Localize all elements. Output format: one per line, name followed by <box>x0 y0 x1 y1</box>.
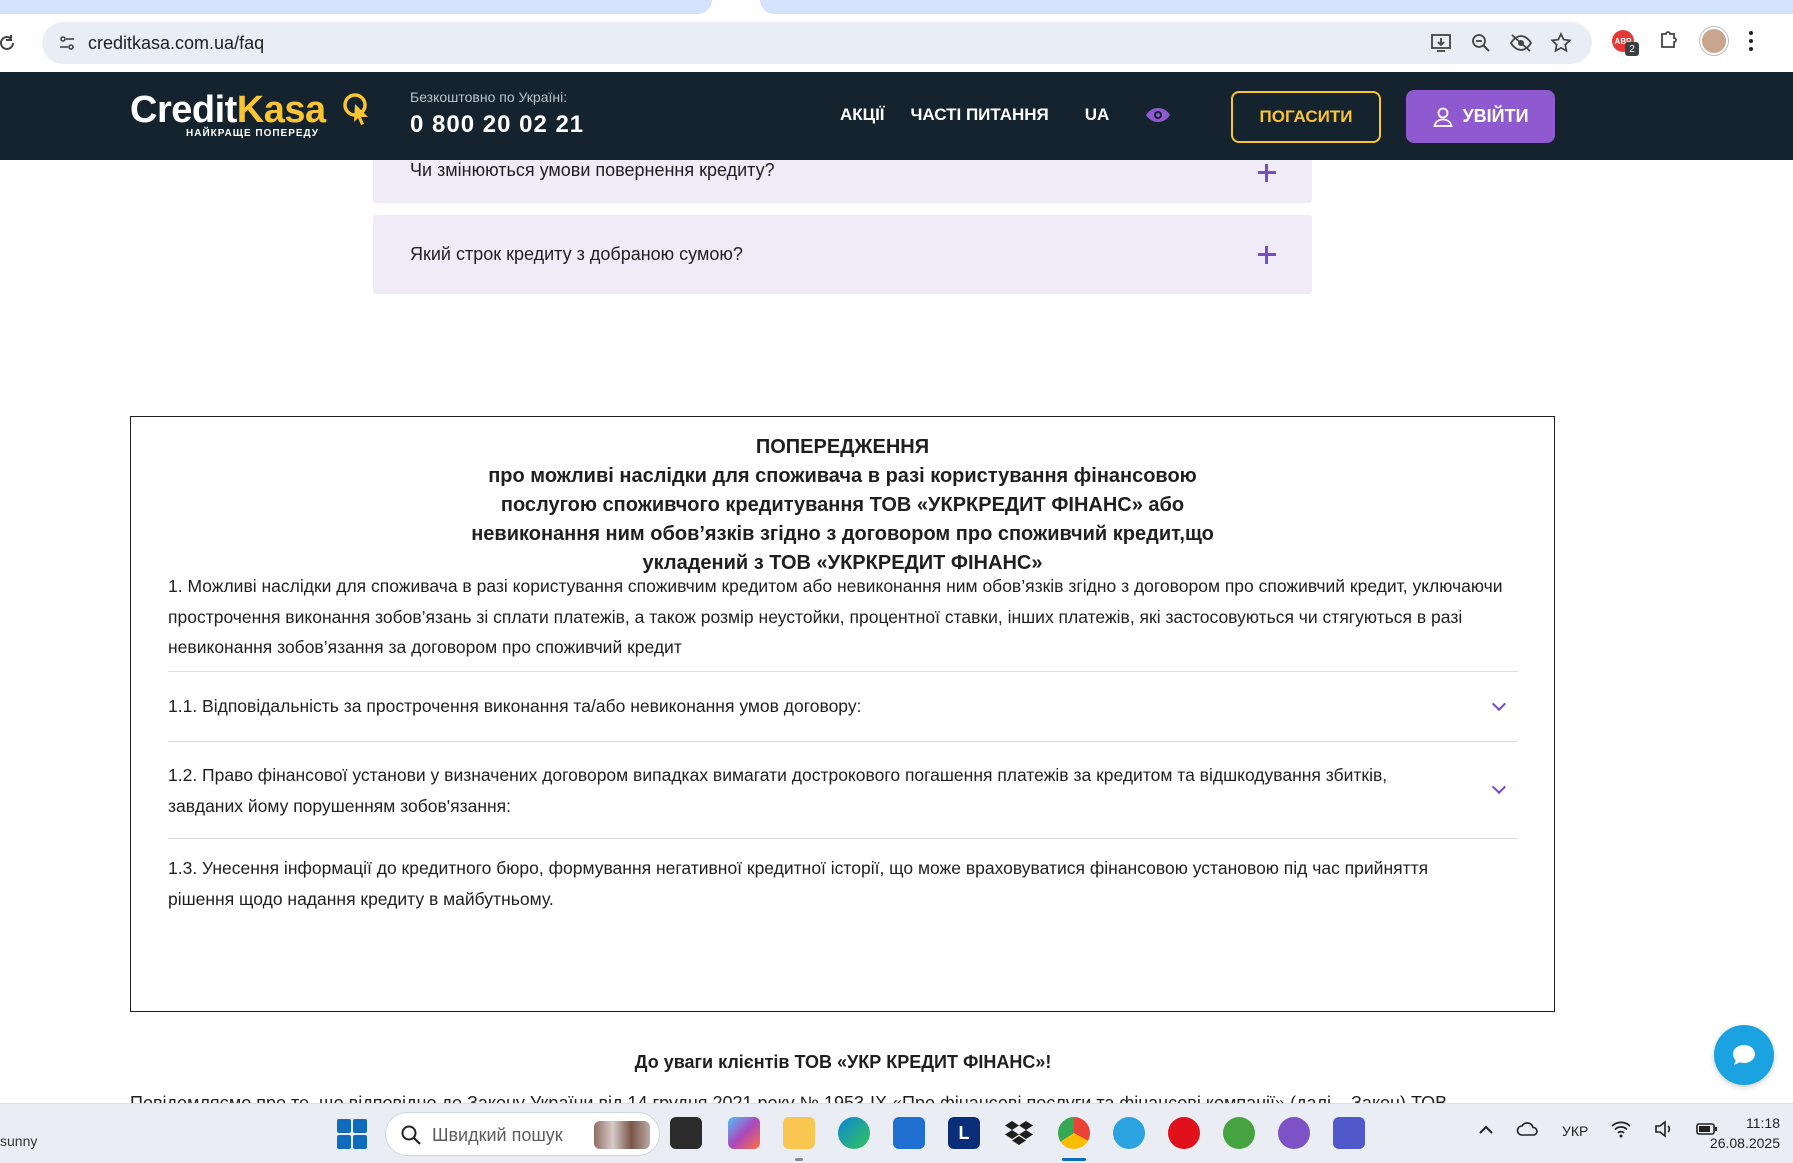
telegram-icon[interactable] <box>1113 1117 1145 1149</box>
utorrent-icon[interactable] <box>1223 1117 1255 1149</box>
running-indicator <box>795 1158 803 1161</box>
weather-widget[interactable]: sunny <box>0 1133 37 1149</box>
address-bar[interactable]: creditkasa.com.ua/faq <box>42 22 1592 64</box>
creditkasa-logo[interactable]: CreditKasa НАЙКРАЩЕ ПОПЕРЕДУ <box>130 90 326 139</box>
search-icon <box>401 1125 421 1145</box>
accordion-row[interactable]: 1.1. Відповідальність за прострочення ви… <box>168 691 1518 722</box>
extensions-puzzle-icon[interactable] <box>1658 27 1682 56</box>
hotline: Безкоштовно по Україні: 0 800 20 02 21 <box>410 89 585 139</box>
app-l-icon[interactable]: L <box>948 1117 980 1149</box>
extensions-area: ABP 2 <box>1610 26 1756 56</box>
windows-start-icon[interactable] <box>337 1119 367 1149</box>
accordion-row[interactable]: 1.2. Право фінансової установи у визначе… <box>168 760 1518 821</box>
url-text[interactable]: creditkasa.com.ua/faq <box>88 33 264 54</box>
volume-icon[interactable] <box>1654 1120 1674 1141</box>
zoom-icon[interactable] <box>1468 30 1494 56</box>
user-icon <box>1433 107 1454 127</box>
search-highlight-image <box>594 1121 650 1149</box>
chat-bubble-icon <box>1733 1045 1755 1065</box>
edge-icon[interactable] <box>838 1117 870 1149</box>
notice-title: До уваги клієнтів ТОВ «УКР КРЕДИТ ФІНАНС… <box>634 1052 1052 1072</box>
reload-icon[interactable] <box>0 30 20 56</box>
divider <box>168 838 1518 839</box>
adblock-extension-icon[interactable]: ABP 2 <box>1610 26 1640 56</box>
warning-box: ПОПЕРЕДЖЕННЯ про можливі наслідки для сп… <box>130 416 1555 1012</box>
language-switch[interactable]: UA <box>1085 105 1110 125</box>
onedrive-icon[interactable] <box>1516 1121 1540 1140</box>
tracking-protection-icon[interactable] <box>1508 30 1534 56</box>
install-app-icon[interactable] <box>1428 30 1454 56</box>
task-view-icon[interactable] <box>670 1117 702 1149</box>
wifi-icon[interactable] <box>1610 1120 1632 1141</box>
main-nav: АКЦІЇ ЧАСТІ ПИТАННЯ UA <box>840 104 1171 126</box>
bookmark-star-icon[interactable] <box>1548 30 1574 56</box>
chevron-down-icon[interactable] <box>1492 699 1506 713</box>
clock[interactable]: 11:18 26.08.2025 <box>1700 1113 1780 1153</box>
nav-faq[interactable]: ЧАСТІ ПИТАННЯ <box>910 105 1048 125</box>
omnibox-actions <box>1428 30 1574 56</box>
store-icon[interactable] <box>893 1117 925 1149</box>
taskbar-search[interactable]: Швидкий пошук <box>385 1112 660 1156</box>
repay-button[interactable]: ПОГАСИТИ <box>1231 91 1381 143</box>
browser-toolbar: creditkasa.com.ua/faq ABP 2 <box>0 14 1793 72</box>
expand-plus-icon[interactable] <box>1258 164 1276 182</box>
chrome-icon[interactable] <box>1058 1117 1090 1149</box>
file-explorer-icon[interactable] <box>783 1117 815 1149</box>
profile-avatar[interactable] <box>1700 27 1728 55</box>
login-button[interactable]: УВІЙТИ <box>1406 90 1555 143</box>
expand-plus-icon[interactable] <box>1258 246 1276 264</box>
faq-item[interactable]: Який строк кредиту з добраною сумою? <box>373 215 1312 294</box>
page-content: Чи змінюються умови повернення кредиту? … <box>0 160 1793 1103</box>
warning-intro: 1. Можливі наслідки для споживача в разі… <box>168 576 1503 657</box>
windows-taskbar: sunny Швидкий пошук L УКР 11:18 26.08.20… <box>0 1103 1793 1163</box>
copilot-icon[interactable] <box>728 1117 760 1149</box>
nav-promotions[interactable]: АКЦІЇ <box>840 105 884 125</box>
divider <box>168 671 1518 672</box>
accordion-row[interactable]: 1.3. Унесення інформації до кредитного б… <box>168 853 1518 914</box>
browser-tab-strip <box>0 0 1793 14</box>
faq-item[interactable]: Чи змінюються умови повернення кредиту? <box>373 160 1312 203</box>
chevron-down-icon[interactable] <box>1492 782 1506 796</box>
viber-icon[interactable] <box>1278 1117 1310 1149</box>
accessibility-eye-icon[interactable] <box>1145 104 1171 126</box>
notice-text: Повідомляємо про те, що відповідно до За… <box>130 1093 1448 1103</box>
running-indicator <box>1062 1158 1086 1161</box>
browser-tab-right[interactable] <box>760 0 1793 14</box>
system-tray: УКР <box>1478 1120 1718 1141</box>
teams-icon[interactable] <box>1333 1117 1365 1149</box>
site-header: CreditKasa НАЙКРАЩЕ ПОПЕРЕДУ Безкоштовно… <box>0 72 1793 160</box>
browser-menu-icon[interactable] <box>1746 28 1756 54</box>
hotline-phone[interactable]: 0 800 20 02 21 <box>410 111 584 139</box>
logo-pointer-icon <box>343 93 368 125</box>
chevron-up-icon[interactable] <box>1478 1123 1494 1139</box>
opera-icon[interactable] <box>1168 1117 1200 1149</box>
warning-title: ПОПЕРЕДЖЕННЯ про можливі наслідки для сп… <box>471 436 1214 574</box>
dropbox-icon[interactable] <box>1003 1117 1035 1149</box>
language-indicator[interactable]: УКР <box>1562 1123 1588 1139</box>
chat-button[interactable] <box>1714 1025 1774 1085</box>
divider <box>168 741 1518 742</box>
browser-tab-left[interactable] <box>0 0 712 14</box>
site-info-icon[interactable] <box>56 32 78 54</box>
